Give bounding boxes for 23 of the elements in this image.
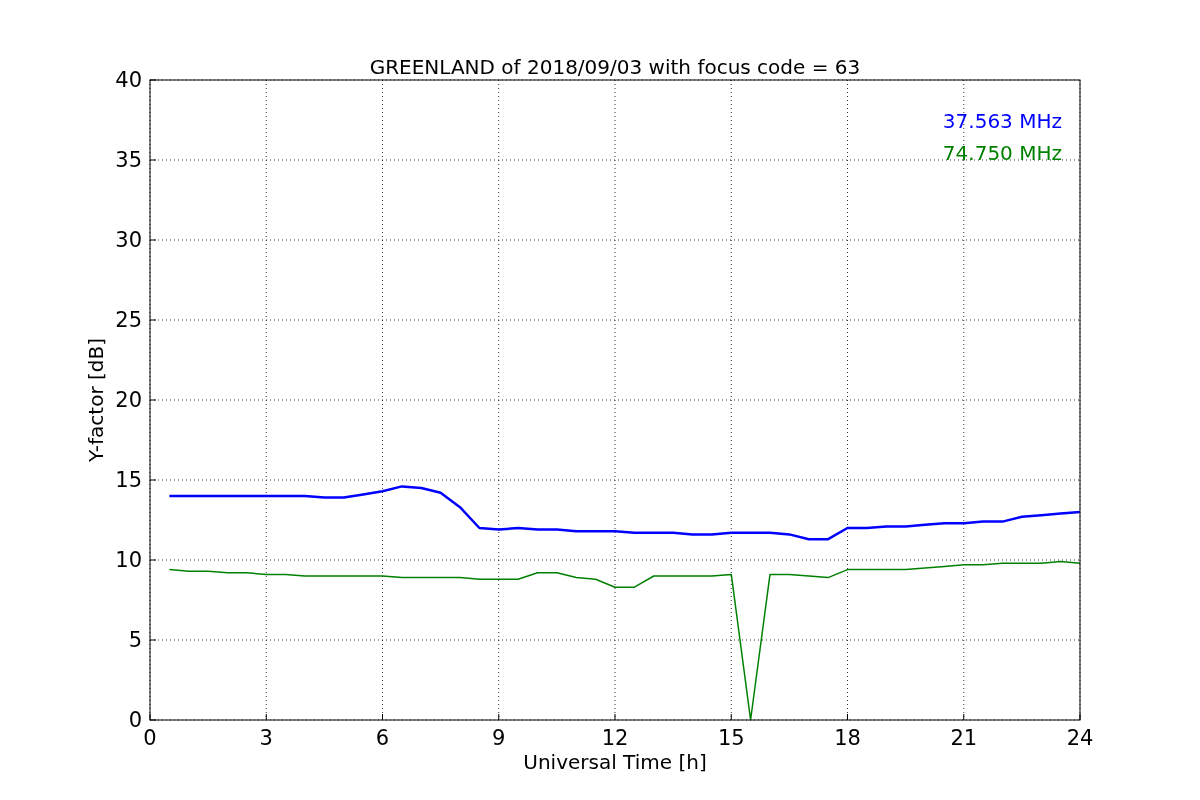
y-tick-label: 25 (115, 308, 142, 332)
x-tick-label: 0 (143, 726, 157, 750)
y-tick-label: 40 (115, 68, 142, 92)
y-tick-label: 20 (115, 388, 142, 412)
y-tick-label: 10 (115, 548, 142, 572)
chart-title: GREENLAND of 2018/09/03 with focus code = 63 (369, 55, 861, 79)
legend-label: 74.750 MHz (942, 141, 1062, 165)
y-tick-label: 35 (115, 148, 142, 172)
x-tick-label: 9 (492, 726, 506, 750)
x-axis-label: Universal Time [h] (523, 750, 707, 774)
legend-label: 37.563 MHz (942, 109, 1062, 133)
y-axis-label: Y-factor [dB] (84, 338, 108, 462)
y-tick-label: 15 (115, 468, 142, 492)
x-tick-label: 15 (717, 726, 745, 750)
y-tick-label: 0 (128, 708, 142, 732)
x-tick-label: 18 (834, 726, 861, 750)
y-tick-label: 30 (115, 228, 142, 252)
x-tick-label: 24 (1066, 726, 1094, 750)
x-tick-label: 21 (950, 726, 978, 750)
x-tick-label: 3 (259, 726, 273, 750)
x-tick-label: 12 (601, 726, 629, 750)
x-tick-label: 6 (375, 726, 390, 750)
y-tick-label: 5 (128, 628, 142, 652)
